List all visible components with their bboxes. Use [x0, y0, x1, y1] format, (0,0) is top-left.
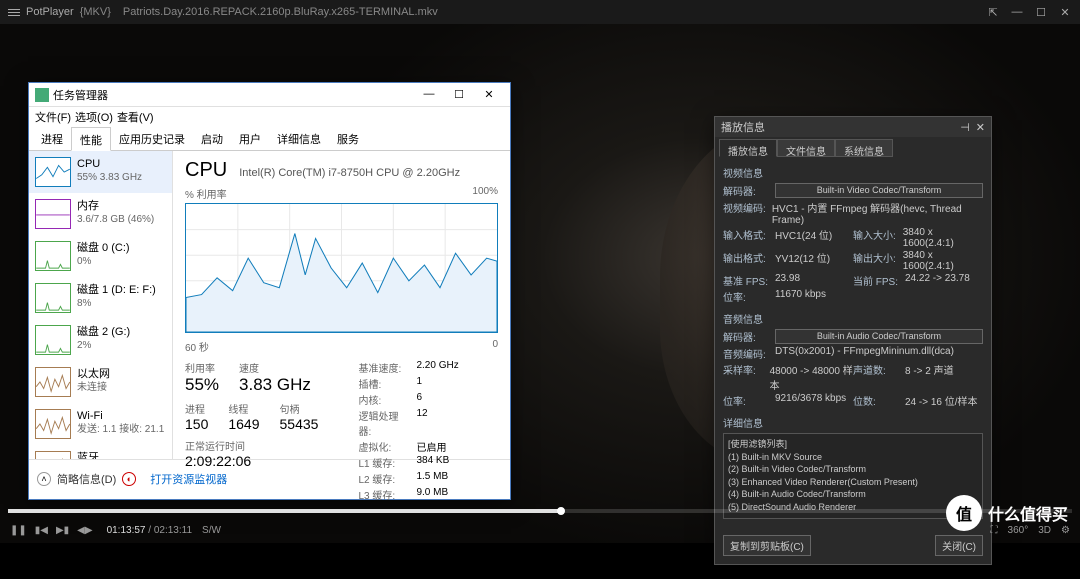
item-name: 蓝牙 [77, 451, 99, 459]
tab-play-info[interactable]: 播放信息 [719, 139, 777, 157]
item-value: 2% [77, 339, 130, 352]
less-details[interactable]: 简略信息(D) [57, 471, 116, 487]
sidebar-item-eth-5[interactable]: 以太网 未连接 [29, 361, 172, 403]
item-value: 发送: 1.1 接收: 21.1 [77, 423, 164, 436]
spark-graph [35, 283, 71, 313]
playinfo-tabs: 播放信息 文件信息 系统信息 [715, 137, 991, 159]
app-name: PotPlayer [26, 6, 74, 18]
item-value: 8% [77, 297, 156, 310]
menu-options[interactable]: 选项(O) [75, 109, 113, 125]
playinfo-title: 播放信息 [721, 119, 765, 135]
filename: Patriots.Day.2016.REPACK.2160p.BluRay.x2… [123, 6, 438, 18]
cpu-heading: CPU [185, 159, 227, 182]
item-name: 磁盘 2 (G:) [77, 325, 130, 339]
time-display: 01:13:57 / 02:13:11 [107, 525, 192, 536]
potplayer-titlebar: PotPlayer {MKV} Patriots.Day.2016.REPACK… [0, 0, 1080, 24]
decoder-button[interactable]: Built-in Audio Codec/Transform [775, 329, 983, 344]
tab-performance[interactable]: 性能 [71, 127, 111, 151]
sidebar-item-mem-1[interactable]: 内存 3.6/7.8 GB (46%) [29, 193, 172, 235]
progress-played [8, 509, 561, 513]
menu-file[interactable]: 文件(F) [35, 109, 71, 125]
pin-icon[interactable]: ⇱ [986, 6, 1000, 19]
item-name: 磁盘 0 (C:) [77, 241, 130, 255]
item-value: 未连接 [77, 381, 110, 394]
cpu-model: Intel(R) Core(TM) i7-8750H CPU @ 2.20GHz [239, 167, 460, 179]
tab-apphistory[interactable]: 应用历史记录 [111, 127, 193, 150]
section-title: 音频信息 [723, 311, 983, 326]
spark-graph [35, 451, 71, 459]
spark-graph [35, 367, 71, 397]
spark-graph [35, 157, 71, 187]
tab-processes[interactable]: 进程 [33, 127, 71, 150]
progress-bar[interactable] [8, 509, 1072, 513]
format-tag: {MKV} [80, 6, 111, 18]
graph-x-right: 0 [492, 339, 498, 354]
tab-users[interactable]: 用户 [231, 127, 269, 150]
tm-maximize-icon[interactable]: ☐ [444, 88, 474, 101]
collapse-icon[interactable]: ˄ [37, 472, 51, 486]
tab-services[interactable]: 服务 [329, 127, 367, 150]
next-button[interactable]: ▶▮ [56, 525, 69, 536]
taskmgr-tabs: 进程 性能 应用历史记录 启动 用户 详细信息 服务 [29, 127, 510, 151]
decoder-button[interactable]: Built-in Video Codec/Transform [775, 183, 983, 198]
spark-graph [35, 409, 71, 439]
graph-x-left: 60 秒 [185, 339, 209, 354]
pi-close-icon[interactable]: ✕ [976, 121, 985, 134]
item-name: Wi-Fi [77, 409, 164, 423]
menu-view[interactable]: 查看(V) [117, 109, 154, 125]
prev-button[interactable]: ▮◀ [35, 525, 48, 536]
sidebar-item-disk-2[interactable]: 磁盘 0 (C:) 0% [29, 235, 172, 277]
watermark-text: 什么值得买 [988, 501, 1068, 525]
spark-graph [35, 241, 71, 271]
util-max: 100% [472, 186, 498, 201]
taskmgr-main: CPU Intel(R) Core(TM) i7-8750H CPU @ 2.2… [173, 151, 510, 459]
close-icon[interactable]: ✕ [1058, 6, 1072, 19]
minimize-icon[interactable]: — [1010, 6, 1024, 19]
tab-system-info[interactable]: 系统信息 [835, 139, 893, 157]
video-area[interactable]: 任务管理器 — ☐ ✕ 文件(F) 选项(O) 查看(V) 进程 性能 应用历史… [0, 24, 1080, 543]
watermark-icon: 值 [946, 495, 982, 531]
player-controls: ❚❚ ▮◀ ▶▮ ◀▶ 01:13:57 / 02:13:11 S/W ⛶ 36… [0, 517, 1080, 543]
maximize-icon[interactable]: ☐ [1034, 6, 1048, 19]
resmon-icon: ◐ [122, 472, 136, 486]
sidebar-item-disk-4[interactable]: 磁盘 2 (G:) 2% [29, 319, 172, 361]
item-name: 磁盘 1 (D: E: F:) [77, 283, 156, 297]
item-name: 内存 [77, 199, 154, 213]
cpu-graph[interactable] [185, 203, 498, 333]
tm-minimize-icon[interactable]: — [414, 88, 444, 101]
playinfo-titlebar[interactable]: 播放信息 ⊣ ✕ [715, 117, 991, 137]
task-manager-window: 任务管理器 — ☐ ✕ 文件(F) 选项(O) 查看(V) 进程 性能 应用历史… [28, 82, 511, 500]
watermark: 值 什么值得买 [946, 495, 1068, 531]
spark-graph [35, 325, 71, 355]
progress-knob[interactable] [557, 507, 565, 515]
open-resmon-link[interactable]: 打开资源监视器 [150, 471, 227, 487]
taskmgr-sidebar: CPU 55% 3.83 GHz 内存 3.6/7.8 GB (46%) 磁盘 … [29, 151, 173, 459]
tab-details[interactable]: 详细信息 [269, 127, 329, 150]
pi-pin-icon[interactable]: ⊣ [960, 121, 970, 134]
sidebar-item-cpu-0[interactable]: CPU 55% 3.83 GHz [29, 151, 172, 193]
sidebar-item-eth-6[interactable]: Wi-Fi 发送: 1.1 接收: 21.1 [29, 403, 172, 445]
item-value: 0% [77, 255, 130, 268]
item-value: 55% 3.83 GHz [77, 171, 142, 184]
util-label: % 利用率 [185, 186, 227, 201]
stop-button[interactable]: ◀▶ [77, 525, 92, 536]
hamburger-icon[interactable] [8, 9, 20, 16]
section-title: 视频信息 [723, 165, 983, 180]
sw-indicator: S/W [202, 525, 221, 536]
item-value: 3.6/7.8 GB (46%) [77, 213, 154, 226]
pause-button[interactable]: ❚❚ [10, 525, 27, 536]
filter-list: [使用滤镜列表](1) Built-in MKV Source(2) Built… [723, 433, 983, 519]
taskmgr-titlebar[interactable]: 任务管理器 — ☐ ✕ [29, 83, 510, 107]
tab-file-info[interactable]: 文件信息 [777, 139, 835, 157]
tab-startup[interactable]: 启动 [193, 127, 231, 150]
spark-graph [35, 199, 71, 229]
taskmgr-icon [35, 88, 49, 102]
sidebar-item-eth-7[interactable]: 蓝牙 [29, 445, 172, 459]
taskmgr-title: 任务管理器 [53, 87, 108, 103]
tm-close-icon[interactable]: ✕ [474, 88, 504, 101]
sidebar-item-disk-3[interactable]: 磁盘 1 (D: E: F:) 8% [29, 277, 172, 319]
item-name: CPU [77, 157, 142, 171]
taskmgr-menu: 文件(F) 选项(O) 查看(V) [29, 107, 510, 127]
item-name: 以太网 [77, 367, 110, 381]
